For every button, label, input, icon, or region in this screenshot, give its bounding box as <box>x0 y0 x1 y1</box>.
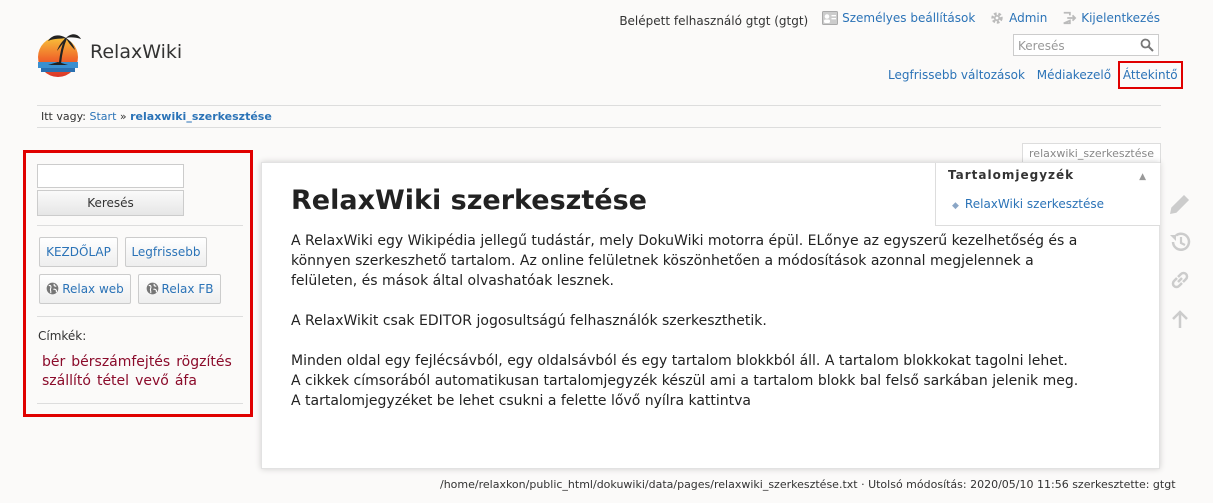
home-button[interactable]: KEZDŐLAP <box>39 237 118 267</box>
divider <box>37 225 243 226</box>
header-links: Legfrissebb változások Médiakezelő Áttek… <box>880 61 1183 89</box>
globe-icon <box>146 282 158 295</box>
overview-link[interactable]: Áttekintő <box>1123 68 1178 82</box>
header-search <box>1013 34 1159 56</box>
page-title: RelaxWiki szerkesztése <box>291 185 647 216</box>
divider <box>37 403 243 404</box>
logout-icon <box>1063 11 1077 25</box>
media-manager-link[interactable]: Médiakezelő <box>1037 68 1111 82</box>
breadcrumb-current-link[interactable]: relaxwiki_szerkesztése <box>130 110 272 123</box>
recent-changes-link[interactable]: Legfrissebb változások <box>888 68 1025 82</box>
paragraph: A RelaxWikit csak EDITOR jogosultságú fe… <box>291 313 767 329</box>
site-title[interactable]: RelaxWiki <box>90 41 182 63</box>
overview-highlight: Áttekintő <box>1117 61 1183 89</box>
divider <box>37 105 1161 106</box>
paragraph: Minden oldal egy fejlécsávból, egy oldal… <box>291 353 1079 409</box>
logged-in-user-text: Belépett felhasználó gtgt (gtgt) <box>619 14 809 28</box>
tag-link[interactable]: vevő <box>135 373 169 389</box>
relax-web-button[interactable]: Relax web <box>39 274 131 304</box>
sidebar-search-button[interactable]: Keresés <box>37 190 184 216</box>
logout-link[interactable]: Kijelentkezés <box>1061 11 1160 25</box>
tag-link[interactable]: áfa <box>175 373 197 389</box>
search-input[interactable] <box>1014 36 1140 56</box>
page-body: A RelaxWiki egy Wikipédia jellegű tudást… <box>291 231 1081 431</box>
backlinks-icon[interactable] <box>1167 267 1193 293</box>
page-id: relaxwiki_szerkesztése <box>1022 143 1161 163</box>
tag-link[interactable]: rögzítés <box>176 354 232 370</box>
breadcrumb-start-link[interactable]: Start <box>90 110 117 123</box>
edit-pencil-icon[interactable] <box>1167 191 1193 217</box>
table-of-contents: Tartalomjegyzék ▲ ◆ RelaxWiki szerkesztés… <box>935 163 1160 226</box>
user-bar: Belépett felhasználó gtgt (gtgt) Személy… <box>600 11 1160 28</box>
latest-button[interactable]: Legfrissebb <box>125 237 207 267</box>
toc-item[interactable]: ◆ RelaxWiki szerkesztése <box>952 197 1104 211</box>
content-area: RelaxWiki szerkesztése A RelaxWiki egy W… <box>261 162 1160 469</box>
breadcrumb: Itt vagy: Start » relaxwiki_szerkesztése <box>41 110 272 123</box>
page-info-footer: /home/relaxkon/public_html/dokuwiki/data… <box>440 478 1176 491</box>
divider <box>37 127 1161 128</box>
divider <box>37 316 243 317</box>
tag-link[interactable]: tétel <box>97 373 129 389</box>
toc-title[interactable]: Tartalomjegyzék <box>948 168 1074 182</box>
paragraph: A RelaxWiki egy Wikipédia jellegű tudást… <box>291 233 1078 289</box>
revisions-icon[interactable] <box>1167 229 1193 255</box>
tag-link[interactable]: szállító <box>42 373 91 389</box>
admin-link[interactable]: Admin <box>989 11 1047 25</box>
logo-icon[interactable] <box>36 29 82 79</box>
tags-label: Címkék: <box>38 329 87 343</box>
back-to-top-icon[interactable] <box>1167 306 1193 332</box>
admin-gear-icon <box>991 12 1003 24</box>
tag-link[interactable]: bérszámfejtés <box>71 354 170 370</box>
user-settings-icon <box>822 11 839 25</box>
sidebar-search-input[interactable] <box>37 164 184 188</box>
tag-list: bér bérszámfejtés rögzítés szállító tétel ve… <box>42 353 242 391</box>
relax-fb-button[interactable]: Relax FB <box>138 274 221 304</box>
tag-link[interactable]: bér <box>42 354 65 370</box>
bullet-icon: ◆ <box>952 201 959 211</box>
search-icon[interactable] <box>1140 38 1154 52</box>
personal-settings-link[interactable]: Személyes beállítások <box>822 11 975 25</box>
globe-icon <box>46 282 59 295</box>
toc-collapse-icon[interactable]: ▲ <box>1139 172 1146 182</box>
sidebar: Keresés KEZDŐLAP Legfrissebb Relax web R… <box>23 150 253 417</box>
